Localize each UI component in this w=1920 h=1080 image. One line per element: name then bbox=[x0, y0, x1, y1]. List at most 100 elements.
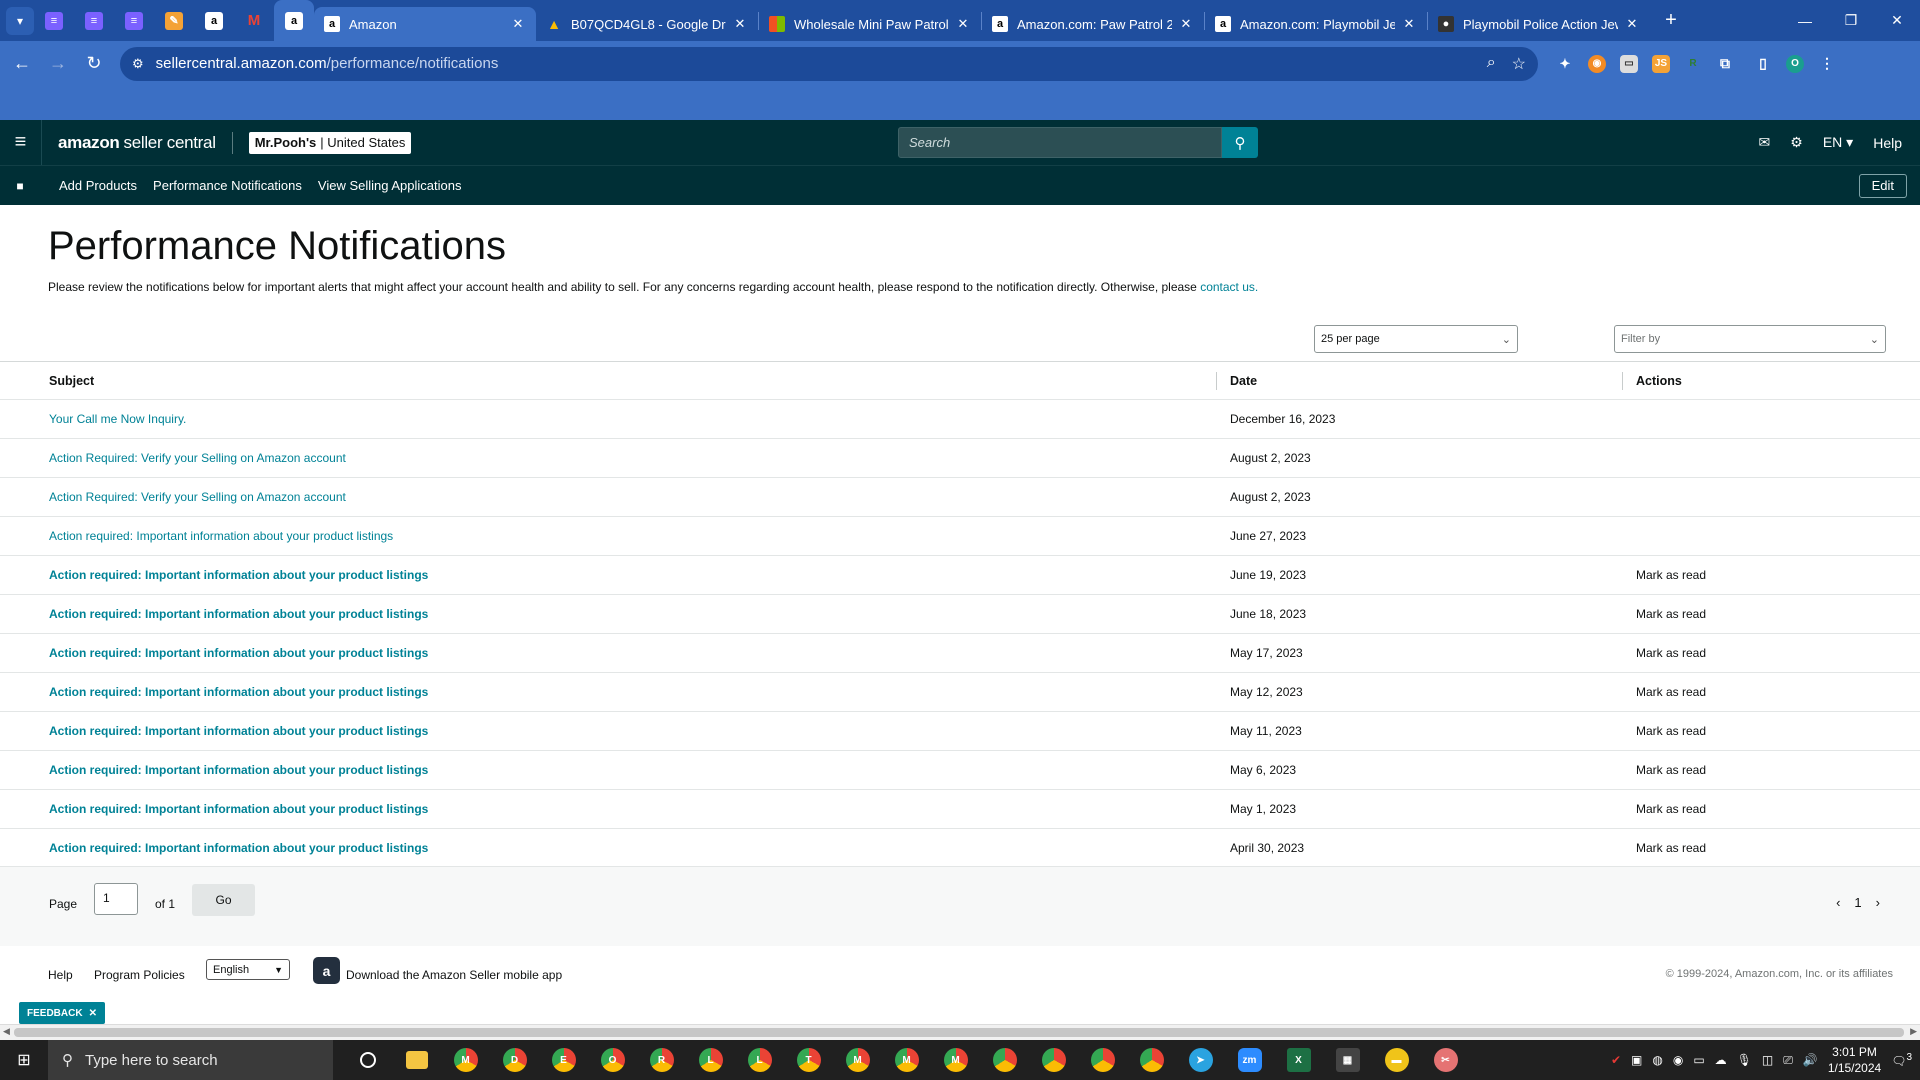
chrome-icon[interactable]: E bbox=[539, 1040, 588, 1080]
notification-subject-link[interactable]: Action Required: Verify your Selling on … bbox=[49, 490, 346, 504]
footer-help-link[interactable]: Help bbox=[48, 968, 73, 982]
mark-as-read-button[interactable]: Mark as read bbox=[1636, 724, 1706, 738]
go-button[interactable]: Go bbox=[192, 884, 255, 916]
header-date[interactable]: Date bbox=[1230, 374, 1257, 388]
extension-icon[interactable]: JS bbox=[1652, 54, 1670, 73]
mail-icon[interactable]: ✉ bbox=[1759, 134, 1771, 151]
telegram-icon[interactable]: ➤ bbox=[1176, 1040, 1225, 1080]
side-panel-icon[interactable]: ▯ bbox=[1754, 55, 1772, 73]
back-arrow-icon[interactable]: ← bbox=[4, 46, 40, 82]
browser-tab[interactable]: ● Playmobil Police Action Jew ✕ bbox=[1428, 7, 1650, 41]
taskbar-clock[interactable]: 3:01 PM 1/15/2024 bbox=[1828, 1044, 1881, 1076]
feedback-button[interactable]: FEEDBACK ✕ bbox=[19, 1002, 105, 1024]
extension-icon[interactable]: ◉ bbox=[1588, 54, 1606, 73]
pinned-tab[interactable]: ≡ bbox=[74, 0, 114, 41]
reload-icon[interactable]: ↻ bbox=[76, 46, 112, 82]
language-selector[interactable]: EN ▾ bbox=[1823, 134, 1853, 151]
nav-add-products[interactable]: Add Products bbox=[59, 178, 137, 193]
pinned-tab[interactable]: ≡ bbox=[34, 0, 74, 41]
close-window-icon[interactable]: ✕ bbox=[1874, 0, 1920, 41]
amazon-app-icon[interactable]: a bbox=[313, 957, 340, 984]
chevron-right-icon[interactable]: › bbox=[1876, 895, 1880, 910]
chrome-icon[interactable] bbox=[1127, 1040, 1176, 1080]
notification-subject-link[interactable]: Action required: Important information a… bbox=[49, 841, 428, 855]
close-icon[interactable]: ✕ bbox=[955, 16, 971, 32]
volume-icon[interactable]: 🔊 bbox=[1803, 1053, 1818, 1067]
chrome-tray-icon[interactable]: ◉ bbox=[1673, 1053, 1683, 1067]
mark-as-read-button[interactable]: Mark as read bbox=[1636, 802, 1706, 816]
pinned-tab[interactable]: ≡ bbox=[114, 0, 154, 41]
search-input[interactable]: Search bbox=[898, 127, 1222, 158]
snipping-tool-icon[interactable]: ✂ bbox=[1421, 1040, 1470, 1080]
nav-performance-notifications[interactable]: Performance Notifications bbox=[153, 178, 302, 193]
new-tab-button[interactable]: + bbox=[1656, 9, 1686, 32]
minimize-icon[interactable]: — bbox=[1782, 0, 1828, 41]
close-icon[interactable]: ✕ bbox=[510, 16, 526, 32]
zoom-tray-icon[interactable]: ◍ bbox=[1652, 1053, 1662, 1067]
browser-tab[interactable]: a Amazon.com: Paw Patrol 21" ✕ bbox=[982, 7, 1204, 41]
mark-as-read-button[interactable]: Mark as read bbox=[1636, 607, 1706, 621]
restore-icon[interactable]: ❐ bbox=[1828, 0, 1874, 41]
notification-subject-link[interactable]: Action required: Important information a… bbox=[49, 763, 428, 777]
mark-as-read-button[interactable]: Mark as read bbox=[1636, 763, 1706, 777]
browser-tab[interactable]: a Amazon ✕ bbox=[314, 7, 536, 41]
mark-as-read-button[interactable]: Mark as read bbox=[1636, 685, 1706, 699]
puzzle-icon[interactable]: ⧉ bbox=[1716, 55, 1734, 73]
zoom-icon[interactable]: zm bbox=[1225, 1040, 1274, 1080]
contact-us-link[interactable]: contact us. bbox=[1200, 280, 1258, 294]
notification-subject-link[interactable]: Action Required: Verify your Selling on … bbox=[49, 451, 346, 465]
notifications-icon[interactable]: 🗨3 bbox=[1891, 1052, 1912, 1068]
chrome-icon[interactable]: L bbox=[735, 1040, 784, 1080]
gear-icon[interactable]: ⚙ bbox=[1790, 134, 1803, 151]
scrollbar-thumb[interactable] bbox=[14, 1028, 1904, 1037]
download-app-link[interactable]: Download the Amazon Seller mobile app bbox=[346, 968, 562, 982]
close-icon[interactable]: ✕ bbox=[1624, 16, 1640, 32]
chrome-icon[interactable] bbox=[980, 1040, 1029, 1080]
close-icon[interactable]: ✕ bbox=[1401, 16, 1417, 32]
pinned-tab[interactable]: M bbox=[234, 0, 274, 41]
zoom-icon[interactable]: ⌕ bbox=[1487, 54, 1496, 74]
chrome-icon[interactable] bbox=[1029, 1040, 1078, 1080]
language-select[interactable]: English ▼ bbox=[206, 959, 290, 980]
url-field[interactable]: ⚙ sellercentral.amazon.com/performance/n… bbox=[120, 46, 1538, 81]
filter-select[interactable]: Filter by ⌄ bbox=[1614, 325, 1886, 353]
chrome-icon[interactable]: T bbox=[784, 1040, 833, 1080]
browser-tab[interactable]: Wholesale Mini Paw Patrol G ✕ bbox=[759, 7, 981, 41]
bookmark-icon[interactable]: ■ bbox=[0, 179, 40, 193]
search-icon[interactable]: ⚲ bbox=[1222, 127, 1258, 158]
notification-subject-link[interactable]: Action required: Important information a… bbox=[49, 607, 428, 621]
profile-avatar[interactable]: O bbox=[1786, 54, 1804, 73]
task-view-icon[interactable] bbox=[343, 1040, 392, 1080]
mark-as-read-button[interactable]: Mark as read bbox=[1636, 841, 1706, 855]
browser-tab[interactable]: a Amazon.com: Playmobil Jew ✕ bbox=[1205, 7, 1427, 41]
nav-view-selling-applications[interactable]: View Selling Applications bbox=[318, 178, 462, 193]
security-icon[interactable]: ✔ bbox=[1611, 1053, 1621, 1067]
seller-central-logo[interactable]: amazon seller central bbox=[58, 131, 233, 154]
excel-icon[interactable]: X bbox=[1274, 1040, 1323, 1080]
notification-subject-link[interactable]: Action required: Important information a… bbox=[49, 568, 428, 582]
footer-program-policies-link[interactable]: Program Policies bbox=[94, 968, 185, 982]
chrome-icon[interactable]: M bbox=[931, 1040, 980, 1080]
extension-icon[interactable]: R bbox=[1684, 55, 1702, 73]
browser-tab[interactable]: ▲ B07QCD4GL8 - Google Drive ✕ bbox=[536, 7, 758, 41]
hamburger-menu-icon[interactable]: ≡ bbox=[0, 120, 42, 165]
drive-icon[interactable]: ▭ bbox=[1693, 1053, 1704, 1067]
chrome-icon[interactable]: R bbox=[637, 1040, 686, 1080]
chrome-icon[interactable]: M bbox=[882, 1040, 931, 1080]
current-page[interactable]: 1 bbox=[1854, 895, 1861, 910]
microphone-icon[interactable]: 🎙 bbox=[1737, 1053, 1752, 1067]
chrome-icon[interactable]: L bbox=[686, 1040, 735, 1080]
close-icon[interactable]: ✕ bbox=[89, 1008, 97, 1019]
chrome-icon[interactable]: M bbox=[833, 1040, 882, 1080]
header-subject[interactable]: Subject bbox=[49, 374, 94, 388]
extension-icon[interactable]: ✦ bbox=[1556, 55, 1574, 73]
file-explorer-icon[interactable] bbox=[392, 1040, 441, 1080]
chrome-icon[interactable] bbox=[1078, 1040, 1127, 1080]
mark-as-read-button[interactable]: Mark as read bbox=[1636, 568, 1706, 582]
site-info-icon[interactable]: ⚙ bbox=[132, 56, 144, 72]
chrome-icon[interactable]: O bbox=[588, 1040, 637, 1080]
store-switcher[interactable]: Mr.Pooh's | United States bbox=[248, 131, 412, 154]
edit-button[interactable]: Edit bbox=[1858, 173, 1907, 198]
pinned-tab[interactable]: ✎ bbox=[154, 0, 194, 41]
chrome-icon[interactable]: M bbox=[441, 1040, 490, 1080]
